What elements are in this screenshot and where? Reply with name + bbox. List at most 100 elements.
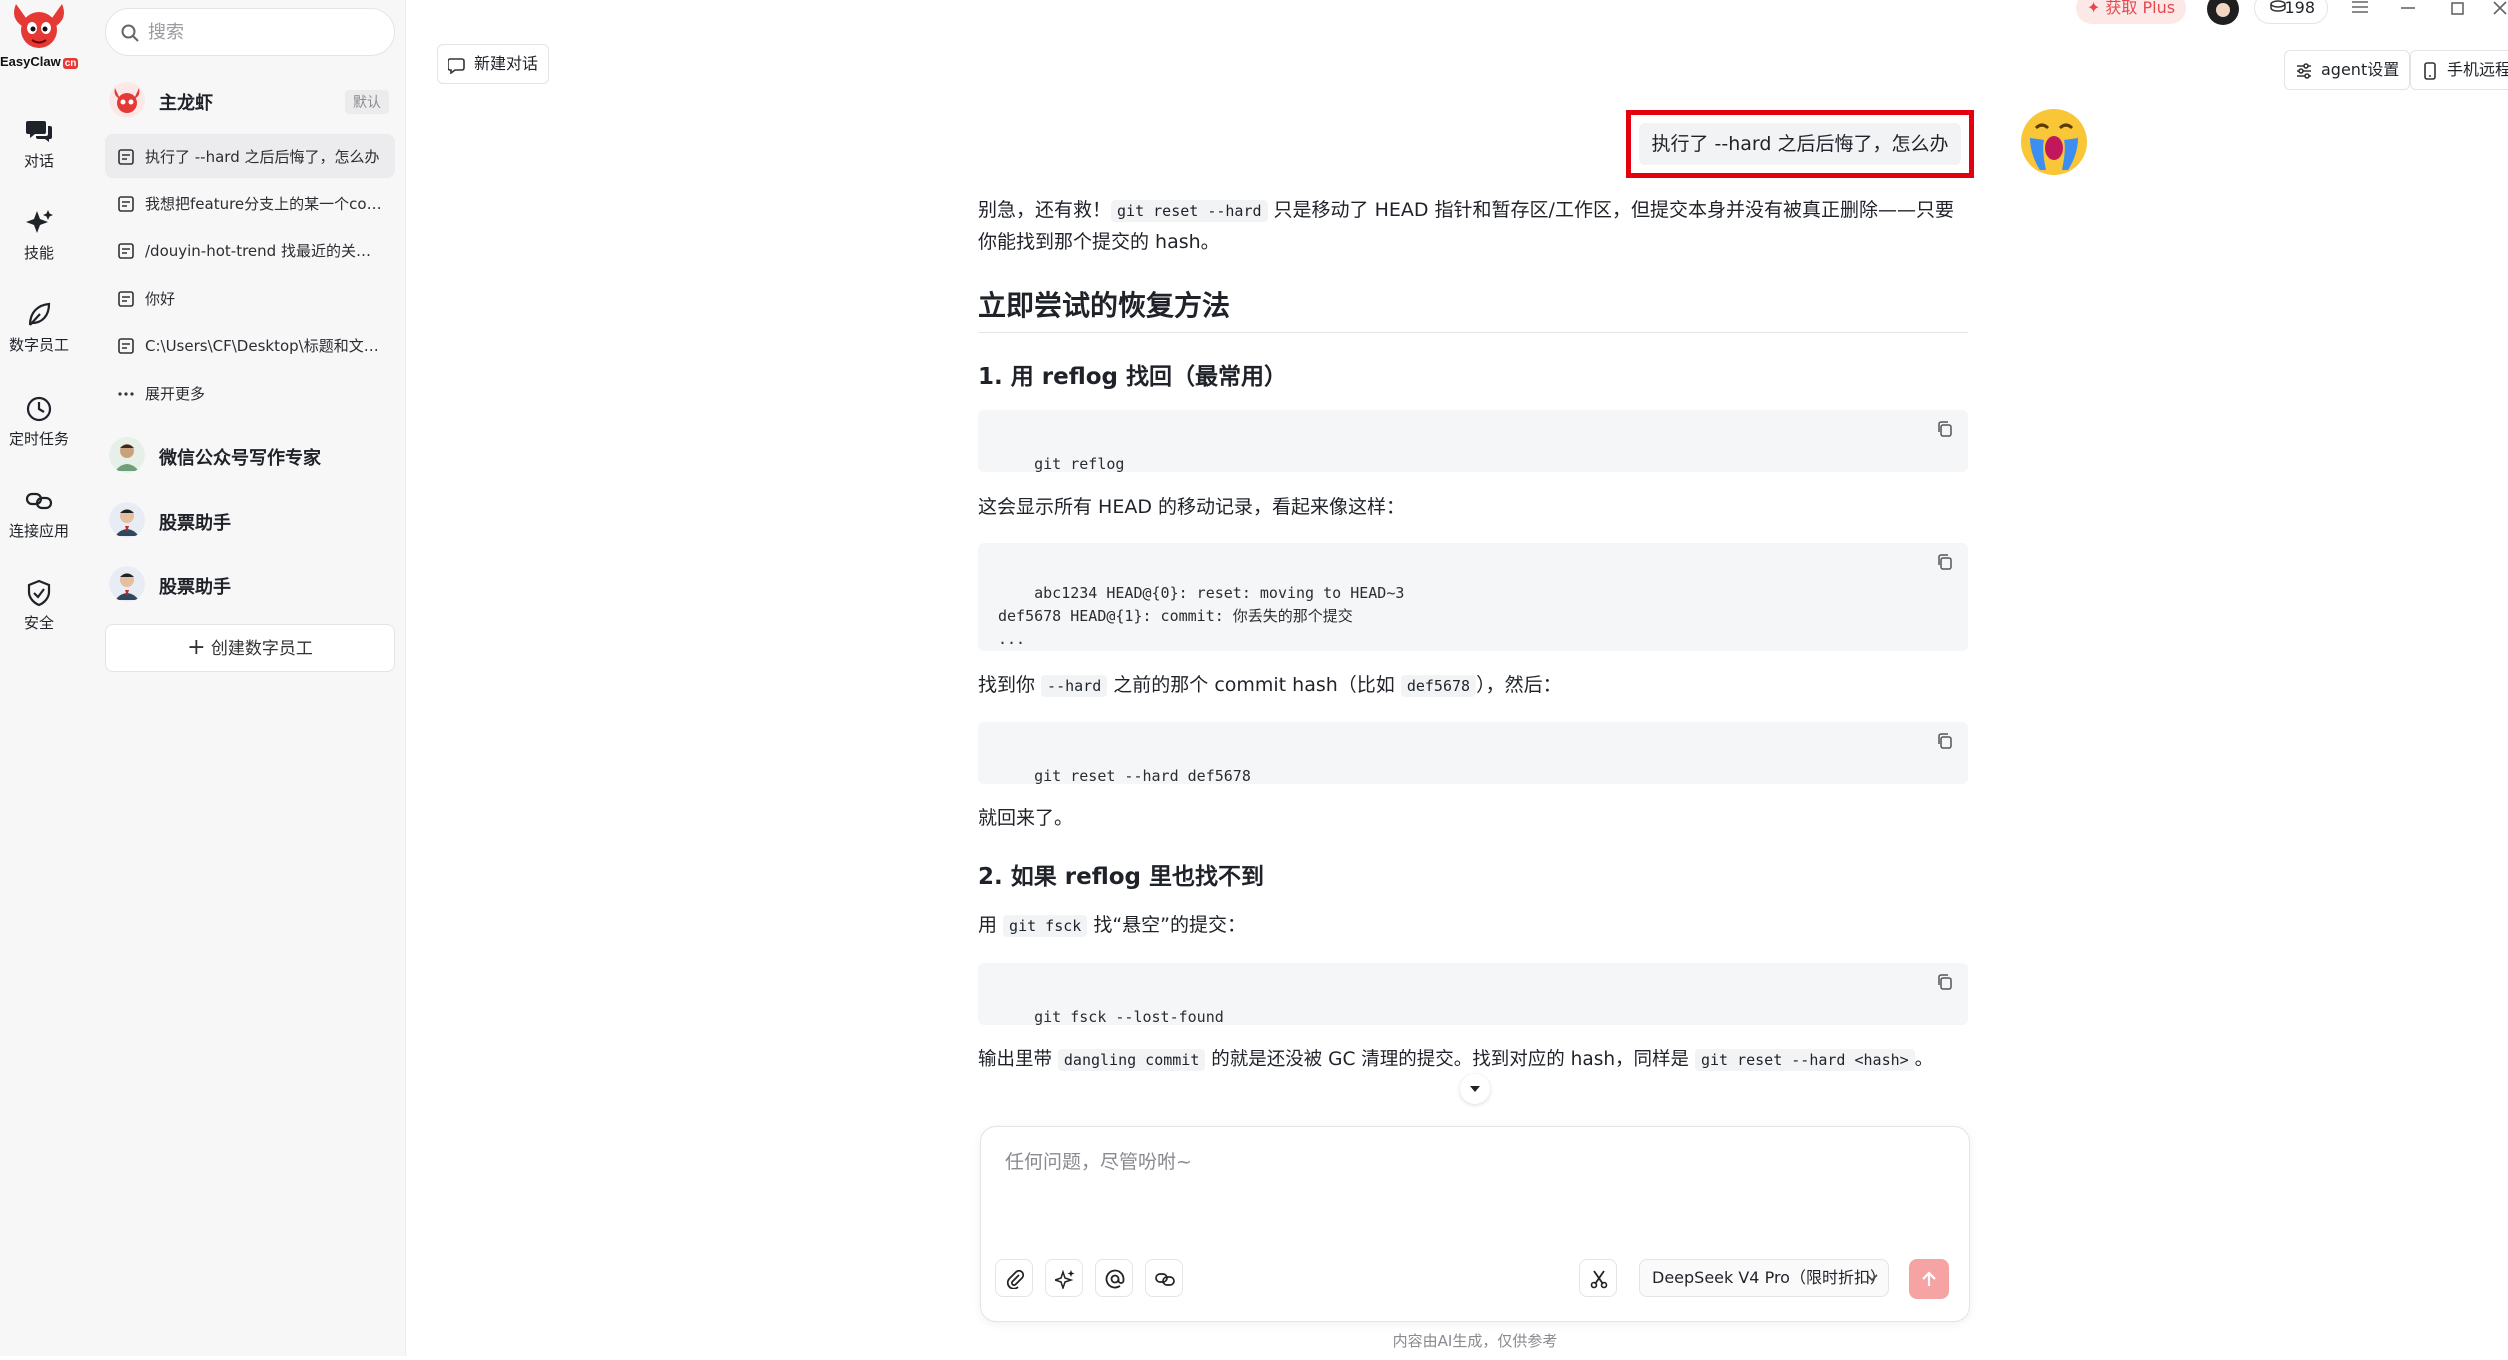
copy-icon[interactable] bbox=[1936, 553, 1954, 571]
credits-badge[interactable]: 198 bbox=[2254, 0, 2328, 24]
agent-item[interactable]: 股票助手 bbox=[105, 496, 395, 544]
skills-button[interactable] bbox=[1045, 1259, 1083, 1297]
list-icon[interactable] bbox=[2350, 0, 2370, 16]
scissors-icon bbox=[1590, 1270, 1608, 1289]
copy-icon[interactable] bbox=[1936, 732, 1954, 750]
sparkle-icon bbox=[1055, 1269, 1075, 1289]
credits-count: 198 bbox=[2284, 0, 2315, 17]
rail-item-digital-staff[interactable]: 数字员工 bbox=[0, 300, 78, 355]
agent-item[interactable]: 微信公众号写作专家 bbox=[105, 431, 395, 479]
inline-code: git fsck bbox=[1003, 915, 1088, 937]
minimize-icon[interactable] bbox=[2398, 0, 2418, 16]
expand-more-label: 展开更多 bbox=[145, 385, 206, 403]
conversation-title: 执行了 --hard 之后后悔了，怎么办 bbox=[145, 148, 380, 166]
inline-code: git reset --hard bbox=[1111, 200, 1268, 222]
paragraph: 输出里带 dangling commit 的就是还没被 GC 清理的提交。找到对… bbox=[978, 1044, 1933, 1076]
message-input[interactable] bbox=[1003, 1145, 1943, 1225]
document-icon bbox=[118, 338, 134, 354]
code-text: git fsck --lost-found bbox=[1034, 1008, 1224, 1026]
user-message-highlight: 执行了 --hard 之后后悔了，怎么办 bbox=[1626, 110, 1974, 178]
conversation-item[interactable]: 我想把feature分支上的某一个com... bbox=[105, 181, 395, 225]
scissors-button[interactable] bbox=[1579, 1259, 1617, 1297]
text: 只是移动了 HEAD 指针和暂存区/工作区，但提交本身并没有被真正删除——只要 bbox=[1267, 199, 1954, 221]
code-text: git reset --hard def5678 bbox=[1034, 767, 1251, 785]
copy-icon[interactable] bbox=[1936, 420, 1954, 438]
default-badge: 默认 bbox=[345, 90, 389, 114]
avatar bbox=[109, 502, 145, 538]
user-message: 执行了 --hard 之后后悔了，怎么办 bbox=[1639, 123, 1961, 165]
rail-item-connect-apps[interactable]: 连接应用 bbox=[0, 486, 78, 541]
arrow-up-icon bbox=[1922, 1271, 1936, 1286]
chevron-down-icon bbox=[1866, 1274, 1878, 1282]
new-chat-button[interactable]: 新建对话 bbox=[437, 44, 550, 84]
avatar bbox=[109, 437, 145, 473]
model-select[interactable]: DeepSeek V4 Pro（限时折扣） bbox=[1639, 1259, 1889, 1297]
agent-item[interactable]: 股票助手 bbox=[105, 560, 395, 608]
paragraph: 别急，还有救！ git reset --hard 只是移动了 HEAD 指针和暂存… bbox=[978, 195, 1968, 258]
text: 。 bbox=[1914, 1049, 1934, 1070]
phone-icon bbox=[2424, 62, 2436, 80]
rail-item-scheduled[interactable]: 定时任务 bbox=[0, 394, 78, 449]
rail-item-skills[interactable]: 技能 bbox=[0, 208, 78, 263]
agent-settings-button[interactable]: agent设置 bbox=[2284, 50, 2411, 90]
restore-icon[interactable] bbox=[2448, 0, 2468, 16]
agent-name: 微信公众号写作专家 bbox=[159, 448, 321, 469]
user-avatar-top[interactable] bbox=[2206, 0, 2240, 26]
text: 输出里带 bbox=[978, 1049, 1058, 1070]
agent-name: 股票助手 bbox=[159, 513, 231, 534]
agent-main[interactable]: 主龙虾 默认 bbox=[105, 76, 395, 124]
shield-icon bbox=[27, 579, 51, 607]
ai-disclaimer: 内容由AI生成，仅供参考 bbox=[1392, 1332, 1558, 1350]
conversation-title: C:\Users\CF\Desktop\标题和文章... bbox=[145, 337, 385, 355]
text: ），然后： bbox=[1476, 674, 1562, 696]
sliders-icon bbox=[2297, 63, 2311, 79]
avatar bbox=[109, 566, 145, 602]
rail-item-security[interactable]: 安全 bbox=[0, 578, 78, 633]
search-box[interactable] bbox=[105, 8, 395, 56]
scroll-to-bottom-button[interactable] bbox=[1460, 1074, 1490, 1104]
agent-settings-label: agent设置 bbox=[2321, 60, 2400, 79]
create-digital-staff-button[interactable]: + 创建数字员工 bbox=[105, 624, 395, 672]
person-avatar-icon bbox=[109, 566, 145, 602]
connect-app-button[interactable] bbox=[1145, 1259, 1183, 1297]
get-plus-button[interactable]: ✦ 获取 Plus bbox=[2076, 0, 2186, 24]
create-label: 创建数字员工 bbox=[210, 639, 313, 659]
mention-button[interactable] bbox=[1095, 1259, 1133, 1297]
conversation-item[interactable]: 执行了 --hard 之后后悔了，怎么办 bbox=[105, 134, 395, 178]
caret-down-icon bbox=[1470, 1086, 1480, 1092]
text: 找到你 bbox=[978, 674, 1042, 696]
coins-icon bbox=[2270, 0, 2286, 12]
text: 的就是还没被 GC 清理的提交。找到对应的 hash，同样是 bbox=[1205, 1049, 1695, 1070]
sparkle-icon bbox=[26, 210, 53, 233]
person-avatar-icon bbox=[109, 502, 145, 538]
copy-icon[interactable] bbox=[1936, 973, 1954, 991]
rail-label-security: 安全 bbox=[23, 614, 54, 632]
conversation-title: /douyin-hot-trend 找最近的关于P... bbox=[145, 242, 385, 260]
attach-button[interactable] bbox=[995, 1259, 1033, 1297]
sparkle-icon: ✦ bbox=[2086, 0, 2101, 17]
link-icon bbox=[1155, 1273, 1175, 1286]
search-input[interactable] bbox=[146, 19, 376, 45]
rail-label-connect-apps: 连接应用 bbox=[8, 522, 69, 540]
conversation-item[interactable]: 你好 bbox=[105, 276, 395, 320]
heading-reflog: 1. 用 reflog 找回（最常用） bbox=[978, 364, 1288, 390]
code-text: abc1234 HEAD@{0}: reset: moving to HEAD~… bbox=[998, 584, 1405, 648]
conversation-item[interactable]: /douyin-hot-trend 找最近的关于P... bbox=[105, 228, 395, 272]
agent-name: 主龙虾 bbox=[159, 93, 213, 114]
inline-code: dangling commit bbox=[1057, 1049, 1206, 1071]
conversation-item[interactable]: C:\Users\CF\Desktop\标题和文章... bbox=[105, 323, 395, 367]
code-text: git reflog bbox=[1034, 455, 1125, 473]
send-button[interactable] bbox=[1909, 1259, 1949, 1299]
brand-suffix: cn bbox=[62, 58, 79, 69]
code-block: git reset --hard def5678 bbox=[978, 722, 1968, 785]
document-icon bbox=[118, 291, 134, 307]
rail-item-chat[interactable]: 对话 bbox=[0, 116, 78, 171]
document-icon bbox=[118, 196, 134, 212]
leaf-icon bbox=[28, 302, 51, 326]
close-icon[interactable] bbox=[2490, 0, 2508, 16]
paragraph: 这会显示所有 HEAD 的移动记录，看起来像这样： bbox=[978, 496, 1406, 518]
code-block: git reflog bbox=[978, 410, 1968, 473]
ellipsis-icon bbox=[118, 392, 134, 396]
expand-more-button[interactable]: 展开更多 bbox=[105, 371, 395, 415]
mobile-remote-button[interactable]: 手机远程 bbox=[2410, 50, 2508, 90]
